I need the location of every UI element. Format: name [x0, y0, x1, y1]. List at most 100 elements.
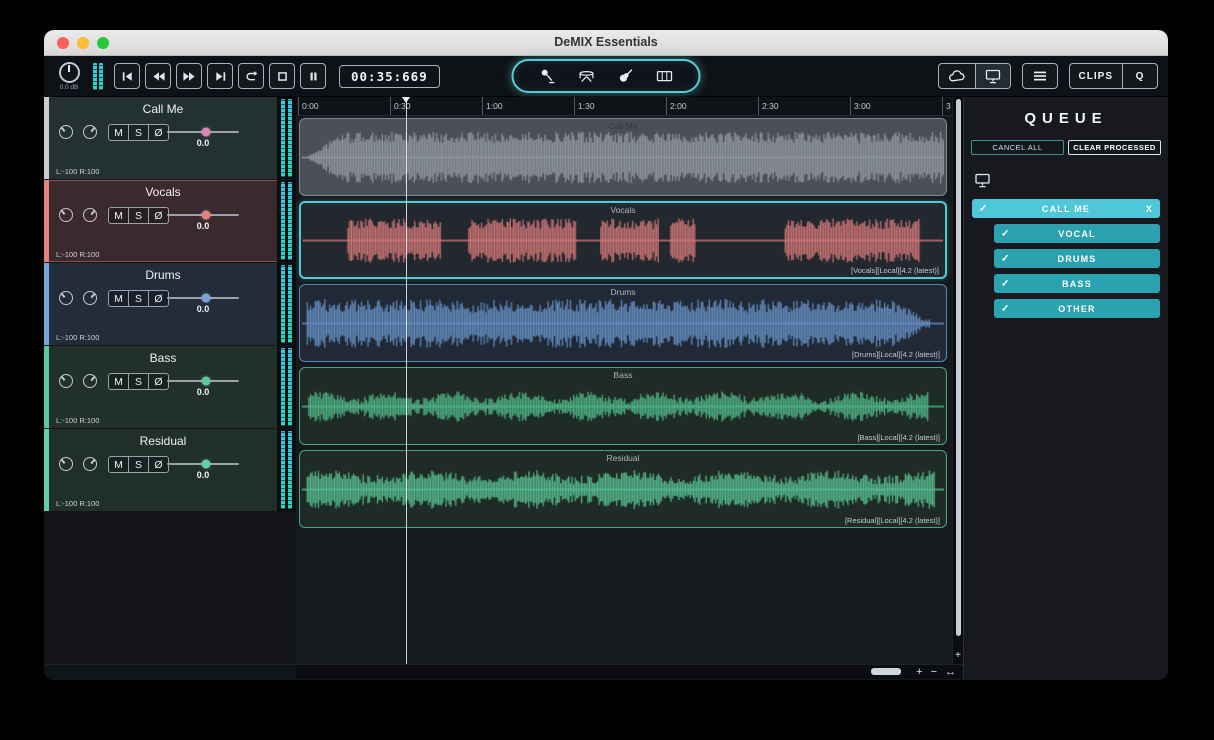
- pan-knob[interactable]: [59, 291, 73, 305]
- queue-item-label: VOCAL: [1058, 228, 1096, 239]
- zoom-out-button[interactable]: −: [931, 666, 937, 678]
- track-header-bass[interactable]: Bass M S Ø 0.0 L:-100 R:100: [44, 346, 296, 428]
- track-header-residual[interactable]: Residual M S Ø 0.0 L:-100 R:100: [44, 429, 296, 511]
- check-icon: ✓: [979, 203, 989, 214]
- trim-knob[interactable]: [83, 291, 97, 305]
- master-db-label: 0.0 dB: [59, 83, 79, 91]
- horizontal-scrollbar[interactable]: + − ↔: [44, 664, 963, 679]
- phase-button[interactable]: Ø: [148, 207, 169, 224]
- zoom-window-button[interactable]: [97, 37, 109, 49]
- minimize-window-button[interactable]: [77, 37, 89, 49]
- track-lane-bass: Bass [Bass][Local][4.2 (latest)]: [296, 365, 952, 447]
- volume-slider-handle[interactable]: [201, 376, 211, 386]
- volume-slider[interactable]: [167, 293, 239, 303]
- fast-forward-button[interactable]: [176, 63, 202, 89]
- phase-button[interactable]: Ø: [148, 124, 169, 141]
- master-volume-knob[interactable]: [58, 61, 80, 83]
- track-header-call-me[interactable]: Call Me M S Ø 0.0 L:-100 R:100: [44, 97, 296, 179]
- pan-knob[interactable]: [59, 457, 73, 471]
- volume-slider[interactable]: [167, 127, 239, 137]
- horizontal-scroll-thumb[interactable]: [871, 668, 901, 675]
- pan-knob[interactable]: [59, 125, 73, 139]
- queue-item-bass[interactable]: ✓ BASS: [994, 274, 1160, 293]
- queue-items: ✓ CALL ME X ✓ VOCAL ✓ DRUMS ✓ BASS ✓ OTHER: [964, 195, 1168, 322]
- queue-item-pill[interactable]: ✓ OTHER: [994, 299, 1160, 318]
- region-version-label: [Bass][Local][4.2 (latest)]: [857, 433, 940, 442]
- region-label: Drums: [610, 287, 636, 297]
- audio-region-residual[interactable]: Residual [Residual][Local][4.2 (latest)]: [299, 450, 947, 528]
- remove-item-icon[interactable]: X: [1146, 204, 1153, 214]
- solo-button[interactable]: S: [128, 290, 149, 307]
- trim-knob[interactable]: [83, 457, 97, 471]
- pan-knob[interactable]: [59, 374, 73, 388]
- queue-item-drums[interactable]: ✓ DRUMS: [994, 249, 1160, 268]
- trim-knob[interactable]: [83, 125, 97, 139]
- pan-knob[interactable]: [59, 208, 73, 222]
- close-window-button[interactable]: [57, 37, 69, 49]
- drums-icon[interactable]: [578, 67, 596, 85]
- clips-button[interactable]: CLIPS: [1070, 64, 1123, 88]
- mute-button[interactable]: M: [108, 290, 129, 307]
- volume-slider-handle[interactable]: [201, 459, 211, 469]
- rewind-button[interactable]: [145, 63, 171, 89]
- stop-button[interactable]: [269, 63, 295, 89]
- phase-button[interactable]: Ø: [148, 290, 169, 307]
- audio-region-drums[interactable]: Drums [Drums][Local][4.2 (latest)]: [299, 284, 947, 362]
- playhead-marker[interactable]: [402, 97, 410, 103]
- queue-item-pill[interactable]: ✓ VOCAL: [994, 224, 1160, 243]
- phase-button[interactable]: Ø: [148, 456, 169, 473]
- menu-button[interactable]: [1023, 64, 1057, 88]
- skip-start-button[interactable]: [114, 63, 140, 89]
- piano-icon[interactable]: [656, 67, 674, 85]
- phase-button[interactable]: Ø: [148, 373, 169, 390]
- guitar-icon[interactable]: [617, 67, 635, 85]
- volume-slider-handle[interactable]: [201, 293, 211, 303]
- app-window: DeMIX Essentials 0.0 dB 00:35:669 CLIPS …: [44, 30, 1168, 680]
- timeline-ruler[interactable]: 0:00 0:30 1:00 1:30 2:00 2:30 3:00 3: [296, 97, 952, 116]
- queue-item-other[interactable]: ✓ OTHER: [994, 299, 1160, 318]
- vertical-scroll-thumb[interactable]: [956, 99, 961, 636]
- vertical-scrollbar[interactable]: +: [952, 97, 963, 664]
- mute-button[interactable]: M: [108, 456, 129, 473]
- mute-button[interactable]: M: [108, 207, 129, 224]
- cloud-button[interactable]: [939, 64, 976, 88]
- queue-item-pill[interactable]: ✓ BASS: [994, 274, 1160, 293]
- main-area: Call Me M S Ø 0.0 L:-100 R:100 Vocals M S Ø 0.0 L:-…: [44, 97, 1168, 679]
- queue-toggle-button[interactable]: Q: [1123, 64, 1157, 88]
- solo-button[interactable]: S: [128, 373, 149, 390]
- playhead[interactable]: [406, 97, 407, 664]
- queue-item-call-me[interactable]: ✓ CALL ME X: [972, 199, 1160, 218]
- queue-item-pill[interactable]: ✓ DRUMS: [994, 249, 1160, 268]
- region-label: Bass: [613, 370, 633, 380]
- cancel-all-button[interactable]: CANCEL ALL: [971, 140, 1064, 155]
- vertical-zoom-in-button[interactable]: +: [953, 650, 963, 661]
- local-device-button[interactable]: [975, 64, 1010, 88]
- zoom-in-button[interactable]: +: [916, 666, 922, 678]
- volume-slider[interactable]: [167, 376, 239, 386]
- volume-slider-handle[interactable]: [201, 127, 211, 137]
- solo-button[interactable]: S: [128, 207, 149, 224]
- track-header-drums[interactable]: Drums M S Ø 0.0 L:-100 R:100: [44, 263, 296, 345]
- trim-knob[interactable]: [83, 374, 97, 388]
- loop-button[interactable]: [238, 63, 264, 89]
- zoom-fit-button[interactable]: ↔: [945, 666, 956, 678]
- skip-end-button[interactable]: [207, 63, 233, 89]
- clear-processed-button[interactable]: CLEAR PROCESSED: [1068, 140, 1161, 155]
- mute-button[interactable]: M: [108, 124, 129, 141]
- volume-slider[interactable]: [167, 459, 239, 469]
- solo-button[interactable]: S: [128, 124, 149, 141]
- pan-range-label: L:-100 R:100: [56, 416, 100, 425]
- trim-knob[interactable]: [83, 208, 97, 222]
- audio-region-call-me[interactable]: Call Me: [299, 118, 947, 196]
- track-header-vocals[interactable]: Vocals M S Ø 0.0 L:-100 R:100: [44, 180, 296, 262]
- volume-slider[interactable]: [167, 210, 239, 220]
- audio-region-bass[interactable]: Bass [Bass][Local][4.2 (latest)]: [299, 367, 947, 445]
- audio-region-vocals[interactable]: Vocals [Vocals][Local][4.2 (latest)]: [299, 201, 947, 279]
- queue-item-vocal[interactable]: ✓ VOCAL: [994, 224, 1160, 243]
- microphone-icon[interactable]: [539, 67, 557, 85]
- mute-button[interactable]: M: [108, 373, 129, 390]
- solo-button[interactable]: S: [128, 456, 149, 473]
- pause-button[interactable]: [300, 63, 326, 89]
- volume-slider-handle[interactable]: [201, 210, 211, 220]
- queue-item-pill[interactable]: ✓ CALL ME X: [972, 199, 1160, 218]
